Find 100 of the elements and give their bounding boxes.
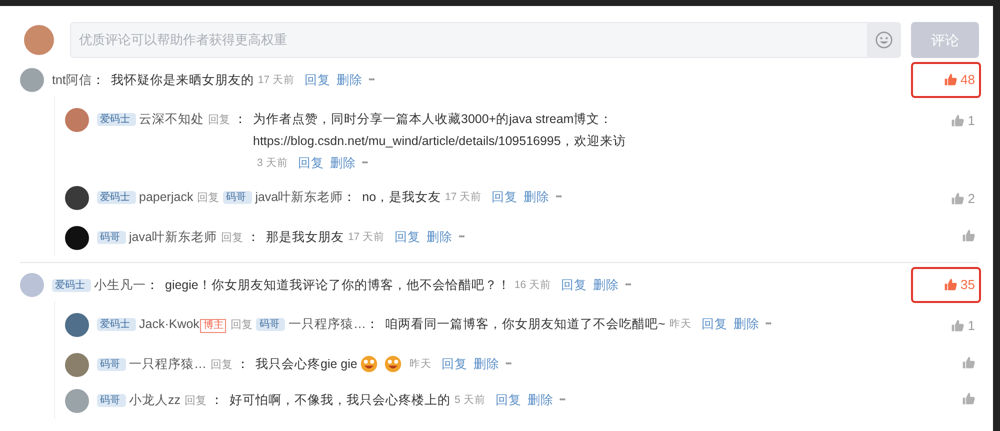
delete-link[interactable]: 删除: [733, 312, 760, 334]
avatar: [65, 186, 89, 210]
thumbs-up-icon[interactable]: [944, 278, 957, 292]
level-badge: 爱码士: [97, 318, 136, 330]
emoji-icon: [360, 355, 378, 373]
user-name[interactable]: Jack·Kwok: [139, 316, 200, 330]
reply-link[interactable]: 回复: [560, 274, 587, 296]
more-button[interactable]: •••: [765, 312, 771, 334]
like-count: 48: [960, 71, 975, 89]
timestamp: 昨天: [409, 357, 432, 372]
author-tag: 博主: [200, 318, 226, 332]
timestamp: 16 天前: [514, 278, 551, 293]
user-name[interactable]: 云深不知处: [139, 112, 204, 126]
avatar: [24, 25, 54, 55]
delete-link[interactable]: 删除: [336, 68, 363, 91]
reply-label: 回复: [220, 232, 243, 244]
delete-link[interactable]: 删除: [426, 226, 453, 248]
thumbs-up-icon[interactable]: [950, 192, 964, 205]
user-name[interactable]: paperjack: [139, 190, 194, 204]
avatar: [65, 389, 89, 413]
reply-label: 回复: [210, 359, 232, 371]
like-count: 1: [968, 316, 975, 334]
like-count: 2: [968, 190, 975, 208]
level-badge: 码哥: [256, 318, 286, 330]
comment-field[interactable]: 优质评论可以帮助作者获得更高权重: [70, 22, 867, 58]
reply-label: 回复: [230, 318, 252, 330]
user-name[interactable]: java叶新东老师: [129, 230, 217, 244]
level-badge: 码哥: [97, 358, 126, 371]
delete-link[interactable]: 删除: [527, 389, 554, 411]
more-button[interactable]: •••: [505, 353, 511, 375]
colon: ：: [210, 393, 224, 407]
reply-link[interactable]: 回复: [495, 389, 522, 411]
emoji-icon: [384, 355, 402, 373]
timestamp: 5 天前: [454, 393, 486, 408]
reply-label: 回复: [197, 192, 220, 204]
level-badge: 码哥: [97, 231, 126, 244]
comment-text: 咱两看同一篇博客，你女朋友知道了不会吃醋吧~: [384, 316, 666, 332]
avatar: [65, 108, 89, 132]
user-name[interactable]: 一只程序猿…: [129, 357, 206, 371]
reply-link[interactable]: 回复: [304, 68, 331, 91]
level-badge: 码哥: [97, 394, 126, 407]
timestamp: 17 天前: [445, 190, 482, 204]
thumbs-up-icon[interactable]: [950, 318, 964, 332]
avatar: [65, 353, 89, 377]
level-badge: 爱码士: [52, 278, 91, 292]
more-button[interactable]: •••: [559, 389, 565, 411]
comment-text: 那是我女朋友: [266, 229, 344, 246]
delete-link[interactable]: 删除: [592, 274, 619, 296]
avatar: [20, 272, 44, 297]
thumbs-up-icon[interactable]: [962, 229, 975, 242]
colon: ：: [92, 72, 105, 87]
thumbs-up-icon[interactable]: [944, 73, 957, 86]
more-button[interactable]: •••: [362, 152, 368, 174]
reply-link[interactable]: 回复: [701, 312, 728, 334]
level-badge: 爱码士: [97, 112, 136, 126]
thumbs-up-icon[interactable]: [950, 114, 964, 127]
smiley-icon: [875, 31, 893, 49]
timestamp: 17 天前: [348, 230, 385, 245]
avatar: [20, 68, 44, 92]
reply-label: 回复: [184, 395, 206, 407]
level-badge: 码哥: [223, 190, 252, 204]
reply-link[interactable]: 回复: [441, 353, 468, 375]
user-name[interactable]: tnt阿信: [52, 72, 92, 87]
like-count: 1: [968, 112, 975, 130]
comment-text: 好可怕啊，不像我，我只会心疼楼上的: [230, 392, 450, 409]
reply-link[interactable]: 回复: [492, 186, 518, 208]
colon: ：: [366, 316, 379, 330]
timestamp: 3 天前: [257, 156, 288, 170]
reply-label: 回复: [208, 114, 230, 126]
user-name[interactable]: java叶新东老师: [255, 190, 344, 204]
comment-text: 我只会心疼gie gie: [256, 356, 358, 373]
colon: ：: [236, 357, 250, 371]
colon: ：: [146, 278, 159, 292]
timestamp: 昨天: [669, 316, 692, 332]
emoji-button[interactable]: [867, 22, 901, 58]
colon: ：: [343, 190, 356, 204]
more-button[interactable]: •••: [458, 226, 464, 248]
user-name[interactable]: 小龙人zz: [129, 393, 180, 407]
more-button[interactable]: •••: [368, 68, 374, 91]
reply-link[interactable]: 回复: [298, 152, 324, 174]
user-name[interactable]: 一只程序猿…: [288, 316, 366, 330]
colon: ：: [234, 112, 247, 126]
more-button[interactable]: •••: [624, 274, 630, 296]
user-name[interactable]: 小生凡一: [94, 278, 146, 292]
more-button[interactable]: •••: [556, 186, 562, 208]
thumbs-up-icon[interactable]: [962, 356, 975, 369]
delete-link[interactable]: 删除: [330, 152, 356, 174]
delete-link[interactable]: 删除: [524, 186, 550, 208]
reply-link[interactable]: 回复: [394, 226, 421, 248]
like-count: 35: [960, 276, 975, 294]
comment-text: no，是我女友: [362, 188, 442, 206]
colon: ：: [246, 230, 260, 244]
avatar: [65, 226, 89, 250]
level-badge: 爱码士: [97, 190, 136, 204]
delete-link[interactable]: 删除: [473, 353, 500, 375]
timestamp: 17 天前: [258, 72, 295, 88]
thumbs-up-icon[interactable]: [962, 392, 975, 405]
avatar: [65, 312, 89, 336]
comment-text: 为作者点赞，同时分享一篇本人收藏3000+的java stream博文：https://blog.csdn.net/mu_wind/article/details/109516995，欢迎来访: [253, 110, 627, 150]
comment-text: giegie！你女朋友知道我评论了你的博客，他不会恰醋吧？！: [165, 276, 510, 294]
